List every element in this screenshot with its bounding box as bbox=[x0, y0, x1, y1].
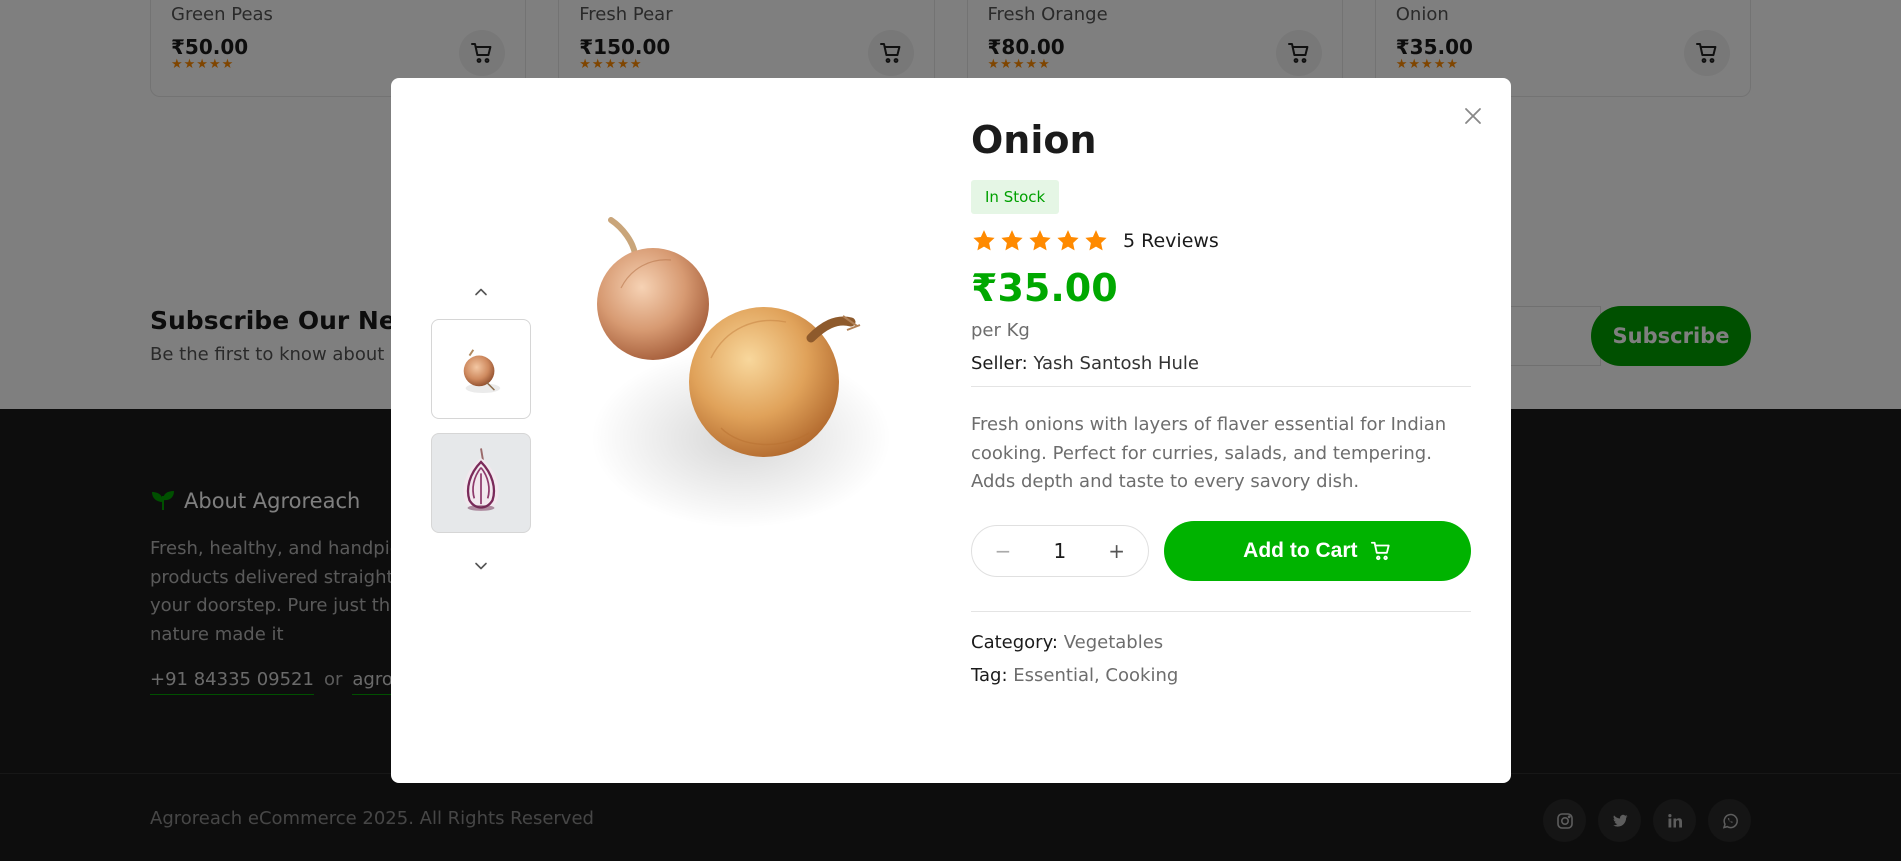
cut-onion-thumbnail-image bbox=[463, 448, 499, 511]
seller-name: Yash Santosh Hule bbox=[1033, 353, 1199, 374]
category-label: Category: bbox=[971, 631, 1058, 653]
thumbnail-up-button[interactable] bbox=[431, 280, 531, 304]
product-category: Category: Vegetables bbox=[971, 632, 1471, 653]
seller-info: Seller: Yash Santosh Hule bbox=[971, 353, 1471, 387]
chevron-down-icon bbox=[475, 562, 487, 570]
star-icon bbox=[1029, 230, 1051, 251]
tag-values[interactable]: Essential, Cooking bbox=[1013, 665, 1178, 686]
product-rating: 5 Reviews bbox=[971, 228, 1471, 254]
onion-thumbnail-image bbox=[463, 349, 501, 393]
product-main-image bbox=[591, 217, 891, 528]
stock-status-badge: In Stock bbox=[971, 180, 1060, 214]
product-description: Fresh onions with layers of flaver essen… bbox=[971, 414, 1447, 492]
price-unit: per Kg bbox=[971, 320, 1030, 341]
thumbnail-onion-cut[interactable] bbox=[431, 433, 531, 533]
quantity-increase-button[interactable]: + bbox=[1106, 539, 1128, 563]
seller-label: Seller: bbox=[971, 353, 1028, 374]
quantity-stepper: − 1 + bbox=[971, 524, 1149, 577]
purchase-controls: − 1 + Add to Cart bbox=[971, 520, 1471, 612]
quantity-value[interactable]: 1 bbox=[1053, 539, 1066, 563]
product-info: Onion In Stock 5 Reviews ₹35.00 per Kg S… bbox=[971, 118, 1471, 686]
product-tags: Tag: Essential, Cooking bbox=[971, 665, 1471, 686]
product-price: ₹35.00 bbox=[971, 266, 1118, 310]
product-quick-view-modal: Onion In Stock 5 Reviews ₹35.00 per Kg S… bbox=[391, 78, 1511, 783]
star-icon bbox=[1057, 230, 1079, 251]
star-icon bbox=[973, 230, 995, 251]
add-to-cart-button[interactable]: Add to Cart bbox=[1163, 520, 1471, 581]
thumbnail-gallery bbox=[431, 280, 531, 578]
category-value[interactable]: Vegetables bbox=[1064, 632, 1163, 653]
star-icon bbox=[1001, 230, 1023, 251]
chevron-up-icon bbox=[475, 288, 487, 296]
add-to-cart-label: Add to Cart bbox=[1243, 538, 1358, 562]
thumbnail-down-button[interactable] bbox=[431, 554, 531, 578]
star-icon bbox=[1085, 230, 1107, 251]
product-title: Onion bbox=[971, 118, 1097, 162]
thumbnail-onion-whole[interactable] bbox=[431, 319, 531, 419]
quantity-decrease-button[interactable]: − bbox=[992, 539, 1014, 563]
tag-label: Tag: bbox=[971, 664, 1008, 686]
reviews-count[interactable]: 5 Reviews bbox=[1123, 230, 1219, 252]
cart-icon bbox=[1370, 541, 1390, 560]
